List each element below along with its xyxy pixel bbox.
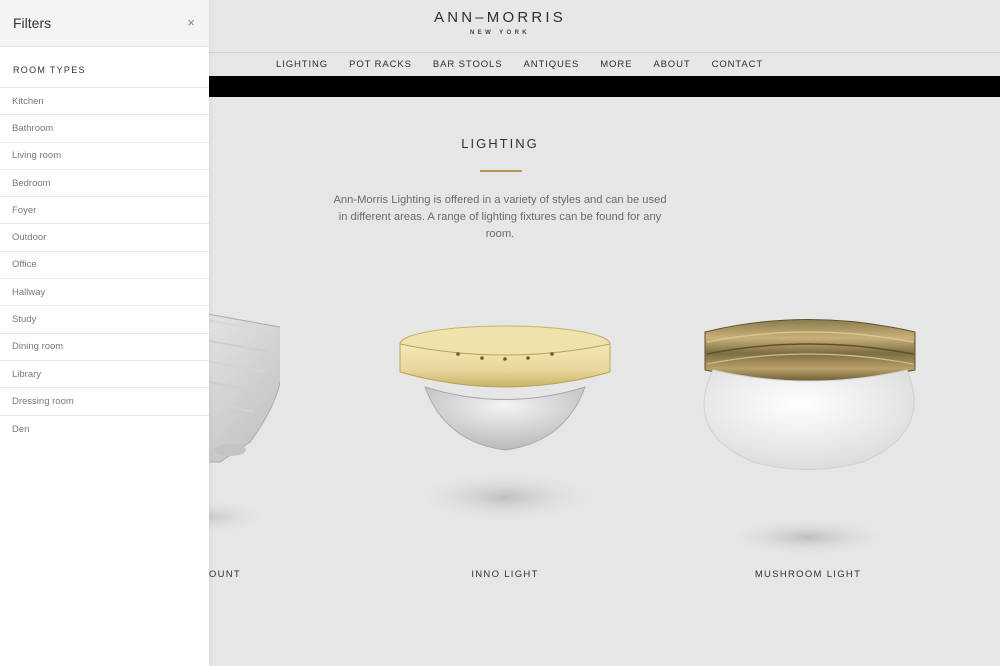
nav-item-contact[interactable]: CONTACT xyxy=(712,59,764,70)
intro-text: Ann-Morris Lighting is offered in a vari… xyxy=(333,194,667,240)
filter-item-hallway[interactable]: Hallway xyxy=(0,279,209,307)
filter-item-library[interactable]: Library xyxy=(0,361,209,389)
filter-item-study[interactable]: Study xyxy=(0,306,209,334)
filter-item-living-room[interactable]: Living room xyxy=(0,143,209,170)
room-type-list: Kitchen Bathroom Living room Bedroom Foy… xyxy=(0,87,209,443)
filter-item-kitchen[interactable]: Kitchen xyxy=(0,88,209,116)
filter-item-den[interactable]: Den xyxy=(0,416,209,443)
filters-header: Filters × xyxy=(0,0,209,47)
filter-item-foyer[interactable]: Foyer xyxy=(0,197,209,225)
filter-item-dining-room[interactable]: Dining room xyxy=(0,334,209,361)
product-image-mushroom-light[interactable] xyxy=(693,292,923,557)
nav-item-lighting[interactable]: LIGHTING xyxy=(276,59,328,70)
title-divider xyxy=(480,170,522,172)
nav-item-more[interactable]: MORE xyxy=(600,59,632,70)
close-icon[interactable]: × xyxy=(187,15,195,30)
product-image-inno-light[interactable] xyxy=(390,292,620,557)
filter-item-outdoor[interactable]: Outdoor xyxy=(0,224,209,252)
product-card[interactable]: INNO LIGHT xyxy=(390,292,620,592)
product-card[interactable]: MUSHROOM LIGHT xyxy=(693,292,923,592)
nav-item-antiques[interactable]: ANTIQUES xyxy=(523,59,579,70)
product-name[interactable]: INNO LIGHT xyxy=(390,569,620,580)
filter-item-bathroom[interactable]: Bathroom xyxy=(0,115,209,143)
product-name[interactable]: MUSHROOM LIGHT xyxy=(693,569,923,580)
filter-item-office[interactable]: Office xyxy=(0,252,209,280)
filter-section-title: ROOM TYPES xyxy=(13,65,86,75)
filters-panel: Filters × ROOM TYPES Kitchen Bathroom Li… xyxy=(0,0,209,666)
nav-item-bar-stools[interactable]: BAR STOOLS xyxy=(433,59,503,70)
filters-title: Filters xyxy=(13,15,52,31)
nav-item-about[interactable]: ABOUT xyxy=(653,59,690,70)
nav-item-pot-racks[interactable]: POT RACKS xyxy=(349,59,412,70)
filter-item-dressing-room[interactable]: Dressing room xyxy=(0,388,209,416)
filter-item-bedroom[interactable]: Bedroom xyxy=(0,170,209,198)
